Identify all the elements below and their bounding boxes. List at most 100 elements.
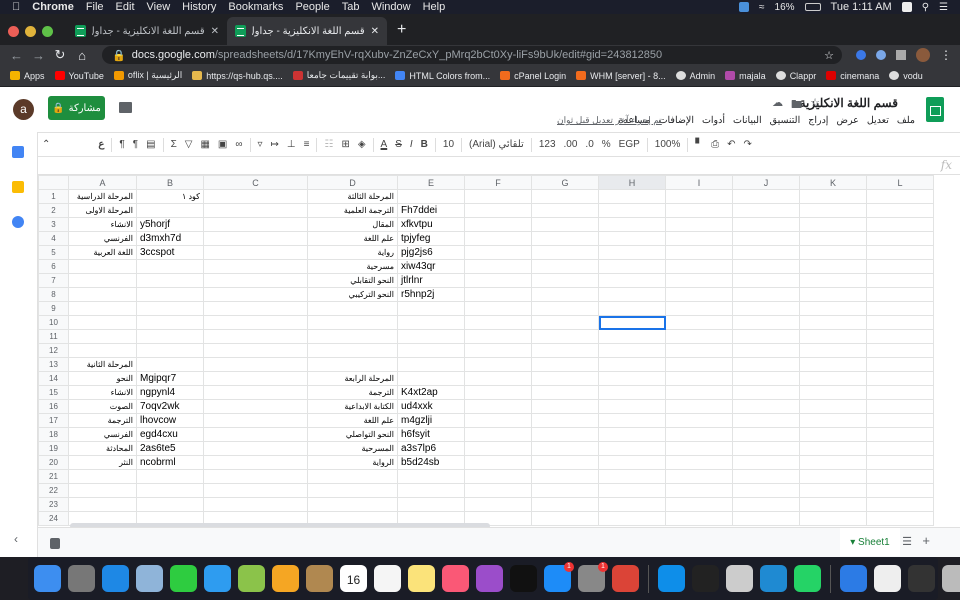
cell-c10[interactable] (203, 315, 308, 330)
maximize-window-button[interactable] (42, 26, 53, 37)
cell-l23[interactable] (866, 497, 934, 512)
cell-l5[interactable] (866, 245, 934, 260)
zoom-select[interactable]: 100% (651, 139, 685, 150)
cell-c22[interactable] (203, 483, 308, 498)
close-window-button[interactable] (8, 26, 19, 37)
cell-h5[interactable] (598, 245, 666, 260)
input-tools-button[interactable]: ع (94, 139, 108, 150)
menu-bookmarks[interactable]: Bookmarks (228, 1, 283, 13)
cell-f21[interactable] (464, 469, 532, 484)
cell-l17[interactable] (866, 413, 934, 428)
cell-k24[interactable] (799, 511, 867, 526)
cell-g21[interactable] (531, 469, 599, 484)
keep-icon[interactable] (12, 181, 24, 193)
cell-e6[interactable]: xiw43qr (397, 259, 465, 274)
cell-c13[interactable] (203, 357, 308, 372)
apple-icon[interactable]:  (12, 1, 20, 13)
dock-chrome-icon[interactable] (612, 565, 639, 592)
dock-preview-icon[interactable] (136, 565, 163, 592)
cell-g6[interactable] (531, 259, 599, 274)
cell-l4[interactable] (866, 231, 934, 246)
cell-l12[interactable] (866, 343, 934, 358)
cell-a18[interactable]: الفرنسي (68, 427, 137, 442)
profile-avatar[interactable] (916, 48, 930, 62)
cell-g20[interactable] (531, 455, 599, 470)
menu-window[interactable]: Window (371, 1, 410, 13)
cell-d3[interactable]: المقال (307, 217, 398, 232)
cell-l15[interactable] (866, 385, 934, 400)
cell-k8[interactable] (799, 287, 867, 302)
cell-h14[interactable] (598, 371, 666, 386)
cell-b11[interactable] (136, 329, 204, 344)
input-source-icon[interactable] (901, 2, 912, 12)
cell-e9[interactable] (397, 301, 465, 316)
clock[interactable]: Tue 1:11 AM (831, 1, 892, 13)
cell-k16[interactable] (799, 399, 867, 414)
cell-h21[interactable] (598, 469, 666, 484)
row-header[interactable]: 1 (38, 189, 69, 204)
cell-j21[interactable] (732, 469, 800, 484)
cell-h23[interactable] (598, 497, 666, 512)
battery-icon[interactable] (804, 3, 821, 11)
cell-j13[interactable] (732, 357, 800, 372)
forward-icon[interactable]: → (32, 48, 45, 63)
cell-g8[interactable] (531, 287, 599, 302)
cell-d6[interactable]: مسرحية (307, 259, 398, 274)
percent-button[interactable]: % (598, 139, 615, 150)
cell-b3[interactable]: y5horjf (136, 217, 204, 232)
cell-k21[interactable] (799, 469, 867, 484)
cell-a6[interactable] (68, 259, 137, 274)
cell-b15[interactable]: ngpynl4 (136, 385, 204, 400)
dock-facetime-icon[interactable] (170, 565, 197, 592)
cell-f11[interactable] (464, 329, 532, 344)
select-all-corner[interactable] (38, 175, 69, 190)
cell-e21[interactable] (397, 469, 465, 484)
column-header-i[interactable]: I (665, 175, 733, 190)
cell-d2[interactable]: الترجمة العلمية (307, 203, 398, 218)
cell-h15[interactable] (598, 385, 666, 400)
cell-k5[interactable] (799, 245, 867, 260)
notification-center-icon[interactable]: ☰ (939, 2, 948, 13)
cell-j11[interactable] (732, 329, 800, 344)
cell-c12[interactable] (203, 343, 308, 358)
menu-file[interactable]: ملف (897, 115, 915, 126)
cell-l2[interactable] (866, 203, 934, 218)
cell-b18[interactable]: egd4cxu (136, 427, 204, 442)
row-header[interactable]: 13 (38, 357, 69, 372)
cell-i1[interactable] (665, 189, 733, 204)
cell-c3[interactable] (203, 217, 308, 232)
undo-icon[interactable]: ↶ (723, 139, 739, 150)
hide-menus-icon[interactable]: ⌃ (38, 139, 54, 150)
cell-table[interactable]: ABCDEFGHIJKL 1 المرحلة الدراسية كود ١ المرح… (38, 175, 934, 526)
sheet-tab[interactable]: ▾ Sheet1 (840, 528, 900, 556)
extension-icon[interactable] (856, 50, 866, 60)
star-icon[interactable]: ☆ (810, 96, 820, 115)
insert-comment-icon[interactable]: ▣ (214, 139, 231, 150)
dock-notes-icon[interactable] (408, 565, 435, 592)
cell-h3[interactable] (598, 217, 666, 232)
row-header[interactable]: 9 (38, 301, 69, 316)
cell-j16[interactable] (732, 399, 800, 414)
strikethrough-button[interactable]: S (391, 139, 406, 150)
cell-h10[interactable] (598, 315, 666, 330)
cell-g22[interactable] (531, 483, 599, 498)
cell-i7[interactable] (665, 273, 733, 288)
cell-f6[interactable] (464, 259, 532, 274)
cell-h13[interactable] (598, 357, 666, 372)
collapse-panel-icon[interactable]: ‹ (14, 532, 18, 546)
cell-c20[interactable] (203, 455, 308, 470)
cell-g19[interactable] (531, 441, 599, 456)
dock-safari-icon[interactable] (102, 565, 129, 592)
cell-c16[interactable] (203, 399, 308, 414)
cell-d1[interactable]: المرحلة الثالثة (307, 189, 398, 204)
dock-launchpad-icon[interactable] (68, 565, 95, 592)
menu-edit[interactable]: تعديل (867, 115, 889, 126)
cell-d16[interactable]: الكتابة الابداعية (307, 399, 398, 414)
cell-i13[interactable] (665, 357, 733, 372)
spreadsheet-grid[interactable]: ABCDEFGHIJKL 1 المرحلة الدراسية كود ١ المرح… (38, 175, 952, 527)
cell-i6[interactable] (665, 259, 733, 274)
cell-b2[interactable] (136, 203, 204, 218)
cell-f3[interactable] (464, 217, 532, 232)
close-tab-icon[interactable]: ✕ (371, 26, 379, 37)
font-family-select[interactable]: تلقائي (Arial) (465, 139, 528, 150)
